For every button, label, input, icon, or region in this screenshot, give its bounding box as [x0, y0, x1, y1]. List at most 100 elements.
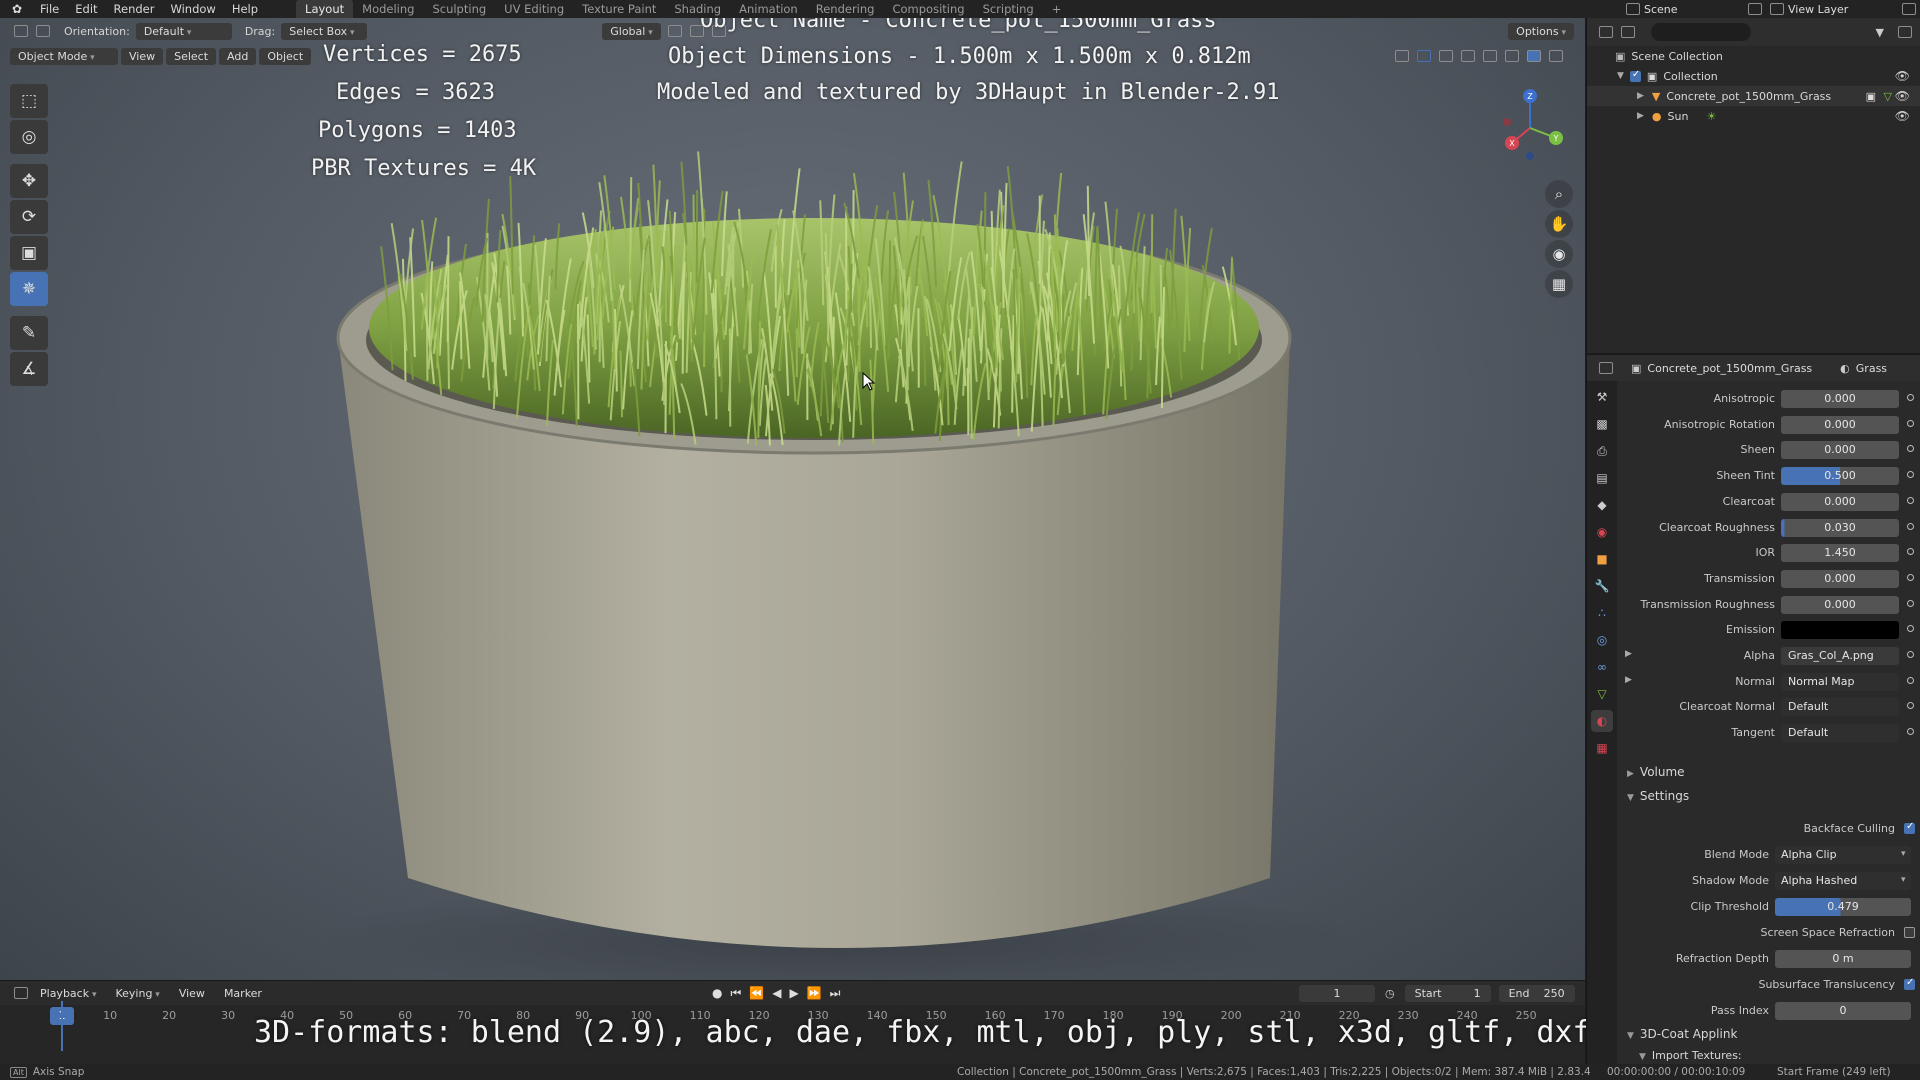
editor-type-icon[interactable]: [14, 25, 28, 37]
expand-arrow-icon[interactable]: ▶: [1625, 649, 1632, 659]
end-frame-field[interactable]: End 250: [1498, 984, 1575, 1002]
transmission-field[interactable]: 0.000: [1781, 569, 1899, 588]
object-menu[interactable]: Object: [259, 47, 312, 65]
timeline-editor-type-icon[interactable]: [14, 987, 28, 999]
cursor-tool-icon[interactable]: ◎: [10, 120, 48, 154]
measure-tool-icon[interactable]: ∡: [10, 352, 48, 386]
jump-end-icon[interactable]: ⏭: [830, 986, 841, 1001]
view-menu[interactable]: View: [121, 47, 164, 65]
node-socket-icon[interactable]: [1907, 522, 1914, 530]
volume-panel[interactable]: ▶ Volume: [1617, 765, 1920, 787]
jump-keyframe-back-icon[interactable]: ⏪: [749, 986, 764, 1001]
3d-viewport[interactable]: Orientation: Default Drag: Select Box Gl…: [0, 18, 1585, 980]
clearcoat-normal-field[interactable]: Default: [1781, 698, 1899, 717]
marker-menu[interactable]: Marker: [216, 985, 270, 1002]
ior-field[interactable]: 1.450: [1781, 544, 1899, 563]
node-socket-icon[interactable]: [1907, 625, 1914, 633]
timeline-view-menu[interactable]: View: [171, 985, 213, 1002]
scale-tool-icon[interactable]: ▣: [10, 236, 48, 270]
render-tab-icon[interactable]: ▩: [1591, 413, 1613, 435]
expand-arrow-icon[interactable]: ▶: [1637, 111, 1644, 121]
clearcoat-field[interactable]: 0.000: [1781, 492, 1899, 511]
eye-icon[interactable]: 👁: [1895, 89, 1910, 103]
node-socket-icon[interactable]: [1907, 599, 1914, 607]
rotate-tool-icon[interactable]: ⟳: [10, 200, 48, 234]
tab-texture-paint[interactable]: Texture Paint: [573, 0, 665, 18]
outliner-row-sun[interactable]: ▶ ● Sun ☀ 👁: [1587, 106, 1920, 126]
physics-tab-icon[interactable]: ◎: [1591, 629, 1613, 651]
anisotropic-rotation-field[interactable]: 0.000: [1781, 415, 1899, 434]
solid-shading-icon[interactable]: [1505, 50, 1519, 62]
output-tab-icon[interactable]: ⎙: [1591, 440, 1613, 462]
eye-icon[interactable]: 👁: [1895, 69, 1910, 83]
outliner-row-scene-collection[interactable]: ▣ Scene Collection: [1587, 46, 1920, 66]
clip-threshold-field[interactable]: 0.479: [1775, 898, 1911, 916]
screen-space-refraction-checkbox[interactable]: [1904, 927, 1915, 938]
visibility-icon[interactable]: [1395, 50, 1409, 62]
add-workspace-icon[interactable]: +: [1043, 0, 1071, 18]
collection-checkbox[interactable]: [1629, 69, 1641, 82]
orientation-dropdown[interactable]: Default: [135, 22, 232, 40]
texture-tab-icon[interactable]: ▦: [1591, 737, 1613, 759]
pivot-icon[interactable]: [667, 25, 682, 37]
menu-file[interactable]: File: [32, 0, 67, 18]
overlay-icon[interactable]: [1439, 50, 1453, 62]
node-socket-icon[interactable]: [1907, 676, 1914, 684]
material-tab-icon[interactable]: ◐: [1591, 710, 1613, 732]
pan-hand-icon[interactable]: ✋: [1545, 210, 1573, 238]
view-layer-tab-icon[interactable]: ▤: [1591, 467, 1613, 489]
tab-sculpting[interactable]: Sculpting: [423, 0, 495, 18]
expand-arrow-icon[interactable]: ▼: [1617, 71, 1624, 81]
scene-icon[interactable]: [1626, 3, 1640, 15]
scene-name[interactable]: Scene: [1644, 3, 1744, 16]
sheen-tint-field[interactable]: 0.500: [1781, 467, 1899, 486]
view-layer-name[interactable]: View Layer: [1788, 3, 1898, 16]
tab-animation[interactable]: Animation: [730, 0, 807, 18]
clock-icon[interactable]: ◷: [1385, 987, 1395, 1000]
normal-field[interactable]: Normal Map: [1781, 672, 1899, 691]
blend-mode-field[interactable]: Alpha Clip: [1775, 846, 1911, 864]
new-scene-icon[interactable]: [1748, 3, 1762, 15]
display-mode-icon[interactable]: [1621, 26, 1635, 38]
transform-orientation-dropdown[interactable]: Global: [602, 22, 661, 40]
world-tab-icon[interactable]: ◉: [1591, 521, 1613, 543]
drag-dropdown[interactable]: Select Box: [281, 22, 368, 40]
camera-view-icon[interactable]: ◉: [1545, 240, 1573, 268]
annotate-tool-icon[interactable]: ✎: [10, 316, 48, 350]
transform-tool-icon[interactable]: ✵: [10, 272, 48, 306]
outliner-search-input[interactable]: [1651, 23, 1751, 41]
transmission-roughness-field[interactable]: 0.000: [1781, 595, 1899, 614]
ortho-grid-icon[interactable]: ▦: [1545, 270, 1573, 298]
menu-help[interactable]: Help: [224, 0, 266, 18]
tab-shading[interactable]: Shading: [665, 0, 730, 18]
current-frame-field[interactable]: 1: [1299, 984, 1375, 1002]
outliner-row-object[interactable]: ▶ ▼ Concrete_pot_1500mm_Grass ▣ ▽ 👁: [1587, 86, 1920, 106]
settings-panel[interactable]: ▼ Settings: [1617, 789, 1920, 811]
expand-arrow-icon[interactable]: ▶: [1637, 91, 1644, 101]
jump-keyframe-forward-icon[interactable]: ⏩: [807, 986, 822, 1001]
select-menu[interactable]: Select: [166, 47, 217, 65]
tab-rendering[interactable]: Rendering: [807, 0, 884, 18]
start-frame-field[interactable]: Start 1: [1404, 984, 1491, 1002]
node-socket-icon[interactable]: [1907, 496, 1914, 504]
node-socket-icon[interactable]: [1907, 471, 1914, 479]
refraction-depth-field[interactable]: 0 m: [1775, 950, 1911, 968]
outliner-editor-type-icon[interactable]: [1599, 26, 1613, 38]
tool-tab-icon[interactable]: ⚒: [1591, 386, 1613, 408]
applink-panel[interactable]: ▼ 3D-Coat Applink: [1617, 1027, 1920, 1049]
material-shading-icon[interactable]: [1527, 50, 1541, 62]
backface-culling-checkbox[interactable]: [1904, 821, 1915, 834]
properties-editor[interactable]: ▣ Concrete_pot_1500mm_Grass ◐ Grass ⚒ ▩ …: [1586, 354, 1920, 1065]
playback-menu[interactable]: Playback: [32, 985, 104, 1002]
rendered-shading-icon[interactable]: [1549, 50, 1563, 62]
node-socket-icon[interactable]: [1907, 445, 1914, 453]
node-socket-icon[interactable]: [1907, 702, 1914, 710]
tool-settings-icon[interactable]: [36, 25, 50, 37]
tab-modeling[interactable]: Modeling: [353, 0, 423, 18]
eye-icon[interactable]: 👁: [1895, 109, 1910, 123]
node-socket-icon[interactable]: [1907, 573, 1914, 581]
emission-field[interactable]: [1781, 621, 1899, 640]
node-socket-icon[interactable]: [1907, 419, 1914, 427]
particles-tab-icon[interactable]: ∴: [1591, 602, 1613, 624]
node-socket-icon[interactable]: [1907, 394, 1914, 401]
